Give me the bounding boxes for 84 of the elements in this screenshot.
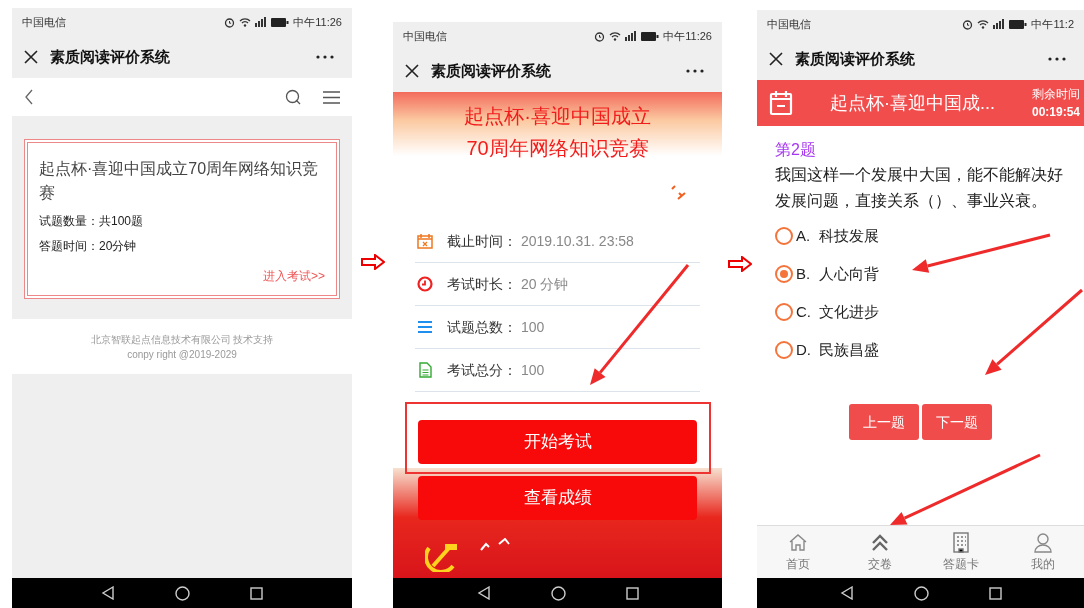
person-icon — [1032, 531, 1055, 554]
info-value: 2019.10.31. 23:58 — [521, 231, 634, 251]
info-value: 100 — [521, 317, 545, 337]
signal-icon — [255, 17, 268, 27]
clock-icon — [417, 276, 433, 292]
banner-title: 起点杯·喜迎中国成立70周年网络知识竞赛 — [463, 104, 652, 161]
alarm-clock-icon — [224, 16, 236, 28]
alarm-clock-icon — [962, 18, 974, 30]
contest-card[interactable]: 起点杯·喜迎中国成立70周年网络知识竞赛 试题数量：共100题 答题时间：20分钟 进入考试>> — [24, 139, 340, 299]
tab-item[interactable]: 答题卡 — [920, 526, 1003, 578]
countdown-timer: 00:19:54 — [1031, 104, 1080, 121]
radio-button[interactable] — [775, 341, 793, 359]
carrier-name: 中国电信 — [767, 16, 811, 32]
close-icon[interactable] — [405, 64, 419, 78]
calendar-icon — [417, 233, 433, 249]
info-value: 100 — [521, 360, 545, 380]
radio-button[interactable] — [775, 265, 793, 283]
exam-button[interactable]: 查看成绩 — [418, 476, 697, 520]
battery-icon — [641, 31, 660, 41]
signal-icon — [993, 19, 1006, 29]
answer-option[interactable]: A. 科技发展 — [775, 224, 1066, 248]
footer-text: conpy right @2019-2029 — [127, 347, 237, 362]
back-icon[interactable] — [476, 586, 491, 600]
tab-item[interactable]: 我的 — [1002, 526, 1084, 578]
battery-icon — [1009, 19, 1028, 29]
contest-title: 起点杯·喜迎中国成立70周年网络知识竞赛 — [39, 159, 320, 203]
more-icon[interactable] — [686, 69, 704, 73]
back-icon[interactable] — [101, 586, 115, 600]
home-icon[interactable] — [175, 585, 190, 601]
clock-time: 中午11:26 — [293, 14, 342, 30]
wifi-icon — [609, 31, 622, 41]
timer-label: 剩余时间 — [1032, 86, 1080, 103]
exam-button[interactable]: 开始考试 — [418, 420, 697, 464]
signal-icon — [625, 31, 638, 41]
menu-icon[interactable] — [323, 90, 340, 104]
home-icon[interactable] — [913, 585, 929, 601]
step-arrow-icon — [728, 256, 752, 272]
more-icon[interactable] — [1048, 57, 1066, 61]
wifi-icon — [977, 19, 990, 29]
clock-time: 中午11:2 — [1031, 16, 1074, 32]
question-text: 我国这样一个发展中大国，能不能解决好发展问题，直接关系（）、事业兴衰。 — [775, 165, 1064, 211]
answer-option[interactable]: D. 民族昌盛 — [775, 338, 1066, 362]
page-title: 素质阅读评价系统 — [795, 48, 916, 69]
alarm-clock-icon — [594, 30, 606, 42]
back-chevron-icon[interactable] — [24, 89, 34, 105]
recents-icon[interactable] — [250, 586, 263, 600]
clock-time: 中午11:26 — [663, 28, 712, 44]
radio-button[interactable] — [775, 303, 793, 321]
recents-icon[interactable] — [988, 586, 1002, 600]
info-label: 考试总分： — [447, 360, 517, 380]
battery-icon — [271, 17, 290, 27]
close-icon[interactable] — [24, 50, 38, 64]
info-label: 考试时长： — [447, 274, 517, 294]
back-icon[interactable] — [839, 586, 854, 600]
question-nav-button[interactable]: 下一题 — [922, 404, 992, 440]
info-label: 试题总数： — [447, 317, 517, 337]
tab-item[interactable]: 交卷 — [838, 526, 921, 578]
page-title: 素质阅读评价系统 — [50, 46, 171, 67]
page-title: 素质阅读评价系统 — [431, 60, 552, 81]
list-icon — [417, 319, 433, 335]
answer-option[interactable]: B. 人心向背 — [775, 262, 1066, 286]
recents-icon[interactable] — [625, 586, 639, 600]
tab-item[interactable]: 首页 — [757, 526, 839, 578]
wifi-icon — [239, 17, 252, 27]
carrier-name: 中国电信 — [403, 28, 447, 44]
radio-button[interactable] — [775, 227, 793, 245]
footer-text: 北京智联起点信息技术有限公司 技术支持 — [90, 332, 274, 347]
document-icon — [417, 362, 433, 378]
carrier-name: 中国电信 — [22, 14, 66, 30]
exam-title: 起点杯·喜迎中国成... — [828, 91, 996, 115]
close-icon[interactable] — [769, 52, 783, 66]
more-icon[interactable] — [316, 55, 334, 59]
search-icon[interactable] — [285, 89, 301, 105]
contest-info-text: 试题数量：共100题 — [39, 213, 145, 230]
question-nav-button[interactable]: 上一题 — [849, 404, 919, 440]
calendar-icon — [769, 90, 793, 116]
contest-info-text: 答题时间：20分钟 — [39, 238, 138, 255]
answer-option[interactable]: C. 文化进步 — [775, 300, 1066, 324]
info-value: 20 分钟 — [521, 274, 569, 294]
home-icon[interactable] — [550, 585, 566, 601]
info-label: 截止时间： — [447, 231, 517, 251]
enter-exam-link[interactable]: 进入考试>> — [263, 267, 325, 285]
step-arrow-icon — [361, 254, 385, 270]
question-number: 第2题 — [775, 140, 817, 160]
